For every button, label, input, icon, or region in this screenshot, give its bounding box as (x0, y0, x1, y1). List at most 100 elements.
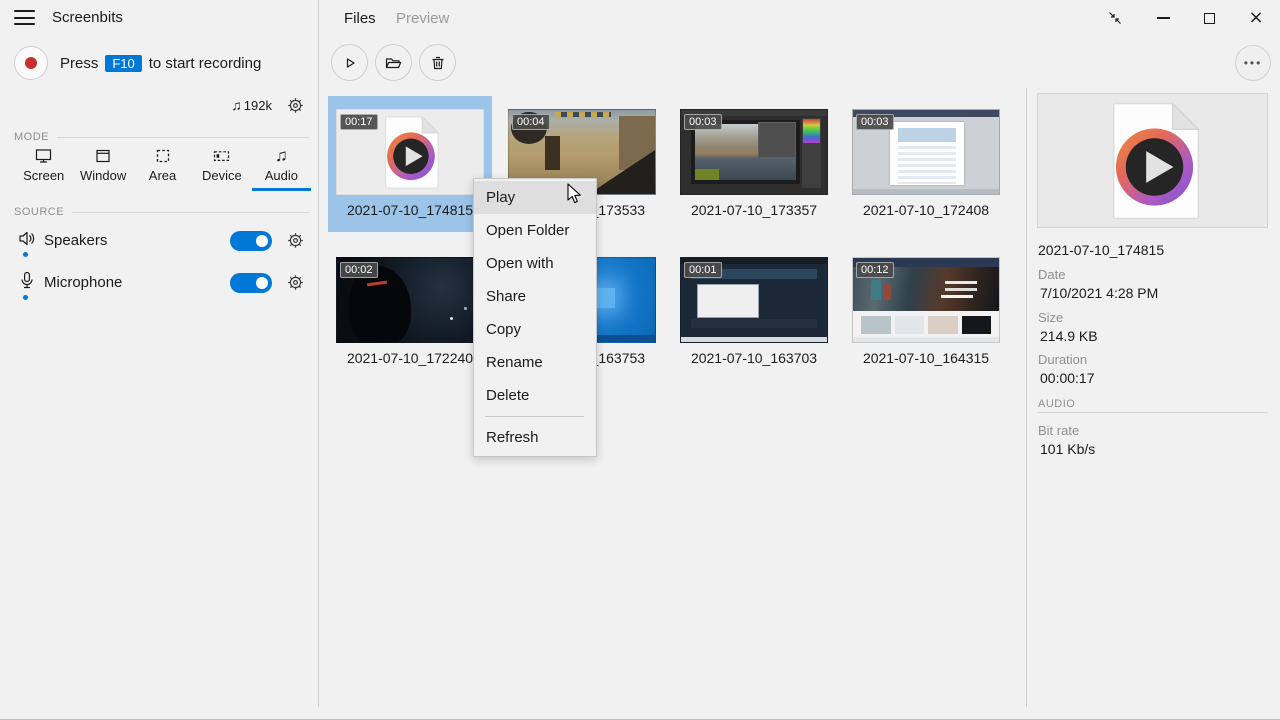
context-menu-item-open-folder[interactable]: Open Folder (474, 214, 596, 247)
speakers-toggle[interactable] (230, 231, 272, 251)
mode-section-label: MODE (14, 131, 49, 143)
thumb-art (595, 288, 615, 308)
play-button[interactable] (331, 44, 368, 81)
menu-separator (485, 416, 584, 417)
files-grid: 00:17 2021-07-10_174815 00:04 2021-07-10_17… (328, 96, 1018, 392)
area-icon (156, 149, 169, 163)
detail-label-bitrate: Bit rate (1038, 423, 1080, 438)
screen-icon (36, 149, 52, 163)
duration-badge: 00:12 (856, 262, 894, 278)
active-dot (23, 295, 28, 300)
file-item[interactable]: 00:01 2021-07-10_163703 (672, 244, 836, 380)
thumb-art (697, 284, 759, 318)
thumb-art (853, 189, 999, 194)
file-name: 2021-07-10_163703 (690, 350, 818, 366)
audio-section-rule (1037, 412, 1268, 413)
trash-icon (432, 56, 443, 69)
microphone-toggle[interactable] (230, 273, 272, 293)
duration-badge: 00:03 (684, 114, 722, 130)
file-item[interactable]: 00:17 2021-07-10_174815 (328, 96, 492, 232)
tab-files[interactable]: Files (344, 10, 376, 27)
tab-preview[interactable]: Preview (396, 10, 449, 27)
context-menu-item-copy[interactable]: Copy (474, 313, 596, 346)
mode-tabs: Screen Window Area Device ♫ Audio (14, 146, 312, 191)
detail-label-date: Date (1038, 267, 1066, 282)
context-menu-item-share[interactable]: Share (474, 280, 596, 313)
detail-label-size: Size (1038, 310, 1064, 325)
mode-tab-label: Audio (264, 168, 298, 183)
file-thumbnail: 00:03 (852, 109, 1000, 195)
context-menu-item-rename[interactable]: Rename (474, 346, 596, 379)
source-section-header: SOURCE (14, 206, 309, 218)
mode-tab-label: Window (79, 168, 127, 183)
media-file-icon (1106, 101, 1200, 220)
media-file-icon (385, 115, 439, 189)
mode-tab-audio[interactable]: ♫ Audio (251, 146, 312, 191)
toggle-knob (256, 277, 268, 289)
toggle-knob (256, 235, 268, 247)
maximize-button[interactable] (1196, 6, 1222, 30)
compact-view-button[interactable] (1102, 6, 1128, 30)
minimize-button[interactable] (1150, 6, 1176, 30)
thumb-art (898, 128, 956, 142)
device-icon (214, 151, 230, 162)
context-menu-item-play[interactable]: Play (474, 181, 596, 214)
detail-label-duration: Duration (1038, 352, 1088, 367)
context-menu-item-delete[interactable]: Delete (474, 379, 596, 412)
mode-tab-screen[interactable]: Screen (14, 147, 73, 191)
context-menu-item-open-with[interactable]: Open with (474, 247, 596, 280)
file-item[interactable]: 00:12 2021-07-10_164315 (844, 244, 1008, 380)
detail-filename: 2021-07-10_174815 (1038, 242, 1165, 258)
thumb-art (450, 317, 453, 320)
hotkey-badge: F10 (105, 55, 142, 72)
more-options-button[interactable]: ••• (1235, 45, 1271, 81)
mode-tab-window[interactable]: Window (73, 147, 132, 191)
source-label: Speakers (44, 232, 108, 249)
window-icon (96, 149, 110, 163)
microphone-icon (20, 271, 34, 291)
thumb-art (883, 284, 891, 300)
file-item[interactable]: 00:03 2021-07-10_173357 (672, 96, 836, 232)
folder-icon (385, 57, 402, 68)
file-item[interactable]: 00:02 2021-07-10_172240 (328, 244, 492, 380)
app-title: Screenbits (52, 9, 123, 26)
maximize-icon (1203, 12, 1215, 24)
delete-button[interactable] (419, 44, 456, 81)
open-folder-button[interactable] (375, 44, 412, 81)
microphone-settings-gear-icon[interactable] (286, 273, 305, 292)
thumb-art (695, 169, 719, 180)
preview-card (1037, 93, 1268, 228)
source-row-microphone: Microphone (0, 268, 318, 302)
file-name: 2021-07-10_172240 (346, 350, 474, 366)
record-button[interactable] (14, 46, 48, 80)
audio-section-label: AUDIO (1038, 398, 1076, 410)
thumb-art (861, 316, 991, 334)
duration-badge: 00:01 (684, 262, 722, 278)
audio-settings-gear-icon[interactable] (286, 96, 305, 115)
thumb-art (691, 319, 817, 328)
mode-tab-label: Area (148, 168, 177, 183)
media-file-icon (1112, 101, 1200, 219)
thumb-art (545, 136, 560, 170)
file-item[interactable]: 00:03 2021-07-10_172408 (844, 96, 1008, 232)
thumb-art (945, 281, 977, 284)
thumb-art (803, 119, 820, 143)
file-thumbnail: 00:12 (852, 257, 1000, 343)
file-name: 2021-07-10_174815 (346, 202, 474, 218)
minimize-icon (1156, 17, 1170, 19)
thumb-art (898, 146, 956, 184)
duration-badge: 00:02 (340, 262, 378, 278)
speakers-settings-gear-icon[interactable] (286, 231, 305, 250)
source-section-label: SOURCE (14, 206, 65, 218)
file-thumbnail: 00:01 (680, 257, 828, 343)
hamburger-menu-icon[interactable] (14, 10, 35, 25)
file-thumbnail: 00:17 (336, 109, 484, 195)
mode-tab-area[interactable]: Area (133, 147, 192, 191)
context-menu-item-refresh[interactable]: Refresh (474, 421, 596, 454)
mode-tab-device[interactable]: Device (192, 147, 251, 191)
audio-icon: ♫ (274, 146, 288, 165)
thumb-art (853, 337, 999, 342)
sidebar-divider (318, 0, 319, 707)
close-button[interactable]: × (1243, 6, 1269, 30)
play-icon (346, 57, 355, 68)
